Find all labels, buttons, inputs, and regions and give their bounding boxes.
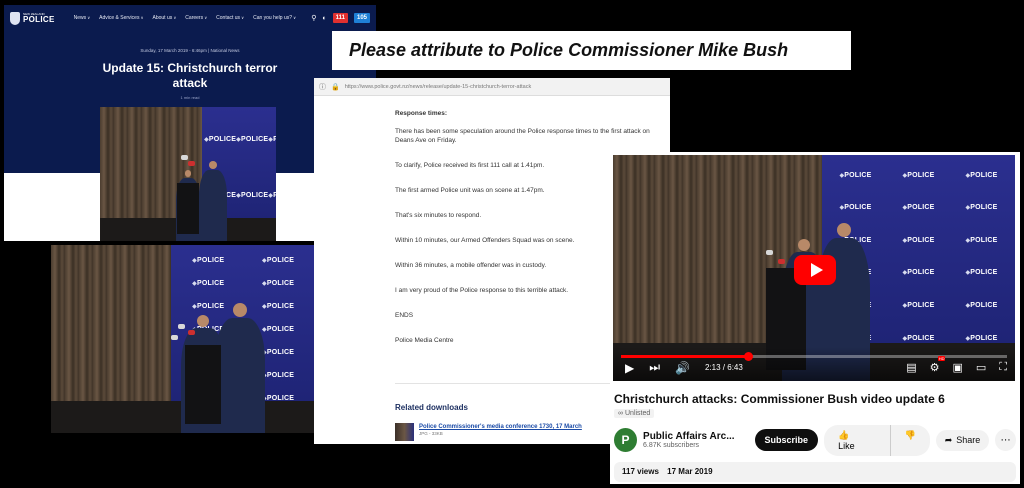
- nav-about-us[interactable]: About us: [153, 15, 177, 21]
- microphone: [171, 335, 179, 341]
- volume-icon[interactable]: 🔊: [675, 361, 690, 375]
- time-display: 2:13 / 6:43: [705, 363, 743, 372]
- info-icon[interactable]: ⓘ: [319, 82, 326, 92]
- article-date: Sunday, 17 March 2019 - 6:46pm | Nationa…: [140, 48, 240, 53]
- nav-news[interactable]: News: [74, 15, 91, 21]
- progress-bar[interactable]: [621, 352, 1007, 361]
- miniplayer-icon[interactable]: ▣: [952, 361, 962, 374]
- section-heading: Response times:: [395, 110, 448, 117]
- video-title: Christchurch attacks: Commissioner Bush …: [614, 392, 945, 406]
- microphone: [177, 323, 185, 329]
- fullscreen-icon[interactable]: ⛶: [999, 361, 1007, 374]
- more-options-icon[interactable]: ⋯: [995, 429, 1016, 451]
- theater-mode-icon[interactable]: ▭: [976, 361, 986, 374]
- microphone: [180, 155, 188, 161]
- article-paragraph: There has been some speculation around t…: [395, 128, 650, 144]
- microphone: [187, 329, 195, 335]
- address-bar[interactable]: ⓘ 🔒 https://www.police.govt.nz/news/rele…: [314, 78, 670, 96]
- nav-careers[interactable]: Careers: [185, 15, 207, 21]
- video-description-box[interactable]: 117 views 17 Mar 2019: [614, 462, 1016, 482]
- youtube-panel: POLICEPOLICEPOLICE POLICEPOLICEPOLICE PO…: [610, 152, 1020, 484]
- next-icon[interactable]: ⏭: [649, 360, 660, 375]
- nav-advice-services[interactable]: Advice & Services: [99, 15, 143, 21]
- press-conference-photo: POLICEPOLICE POLICEPOLICE POLICEPOLICE: [100, 107, 276, 241]
- view-count: 117 views: [622, 467, 659, 476]
- upload-date: 17 Mar 2019: [667, 467, 713, 476]
- logo-text: POLICE: [23, 14, 55, 24]
- play-icon[interactable]: ▶: [625, 361, 634, 375]
- like-dislike-group: 👍 Like 👎: [824, 424, 930, 456]
- nav-can-you-help-us[interactable]: Can you help us?: [253, 15, 296, 21]
- channel-name[interactable]: Public Affairs Arc...: [643, 431, 735, 442]
- download-link[interactable]: Police Commissioner's media conference 1…: [419, 423, 582, 431]
- attribution-text: Please attribute to Police Commissioner …: [349, 40, 789, 60]
- related-downloads-heading: Related downloads: [395, 403, 468, 412]
- youtube-play-icon[interactable]: [794, 255, 836, 285]
- police-badge-icon: [10, 11, 20, 25]
- commissioner-figure: [214, 303, 265, 433]
- download-thumbnail[interactable]: [395, 423, 414, 441]
- nav-contact-us[interactable]: Contact us: [216, 15, 244, 21]
- share-button[interactable]: ➦ Share: [935, 429, 990, 451]
- microphone: [765, 249, 773, 255]
- unlisted-badge: ∞ Unlisted: [614, 409, 655, 418]
- player-controls: ▶ ⏭ 🔊 2:13 / 6:43 ▤ ⚙ ▣ ▭ ⛶: [613, 347, 1015, 381]
- channel-row: P Public Affairs Arc... 6.87K subscriber…: [614, 424, 1016, 456]
- subscriber-count: 6.87K subscribers: [643, 442, 700, 449]
- subtitles-icon[interactable]: ▤: [906, 361, 916, 374]
- lectern: [184, 344, 222, 424]
- emergency-111-button[interactable]: 111: [332, 13, 348, 23]
- like-button[interactable]: 👍 Like: [824, 425, 889, 456]
- link-icon: ∞: [618, 410, 623, 417]
- dislike-button[interactable]: 👎: [889, 424, 930, 456]
- download-item[interactable]: Police Commissioner's media conference 1…: [395, 423, 582, 441]
- microphone: [188, 160, 195, 166]
- avatar[interactable]: P: [614, 428, 638, 452]
- share-icon: ➦: [944, 434, 953, 445]
- video-player[interactable]: POLICEPOLICEPOLICE POLICEPOLICEPOLICE PO…: [613, 155, 1015, 381]
- url-text[interactable]: https://www.police.govt.nz/news/release/…: [345, 84, 531, 90]
- commissioner-figure: [198, 160, 227, 241]
- thumbs-down-icon: 👎: [904, 429, 916, 440]
- contrast-icon[interactable]: ◐: [322, 15, 326, 22]
- lectern: [177, 183, 199, 235]
- subscribe-button[interactable]: Subscribe: [754, 429, 819, 451]
- lock-icon[interactable]: 🔒: [331, 83, 340, 91]
- attribution-banner: Please attribute to Police Commissioner …: [332, 31, 851, 70]
- progress-fill: [621, 355, 749, 358]
- site-nav: NEW ZEALAND POLICE News Advice & Service…: [4, 5, 376, 31]
- download-meta: JPG - 33KB: [419, 431, 443, 436]
- search-icon[interactable]: ⚲: [311, 14, 316, 22]
- non-emergency-105-button[interactable]: 105: [353, 13, 370, 23]
- settings-icon[interactable]: ⚙: [930, 356, 946, 374]
- police-logo[interactable]: NEW ZEALAND POLICE: [10, 11, 55, 25]
- microphone: [777, 258, 785, 264]
